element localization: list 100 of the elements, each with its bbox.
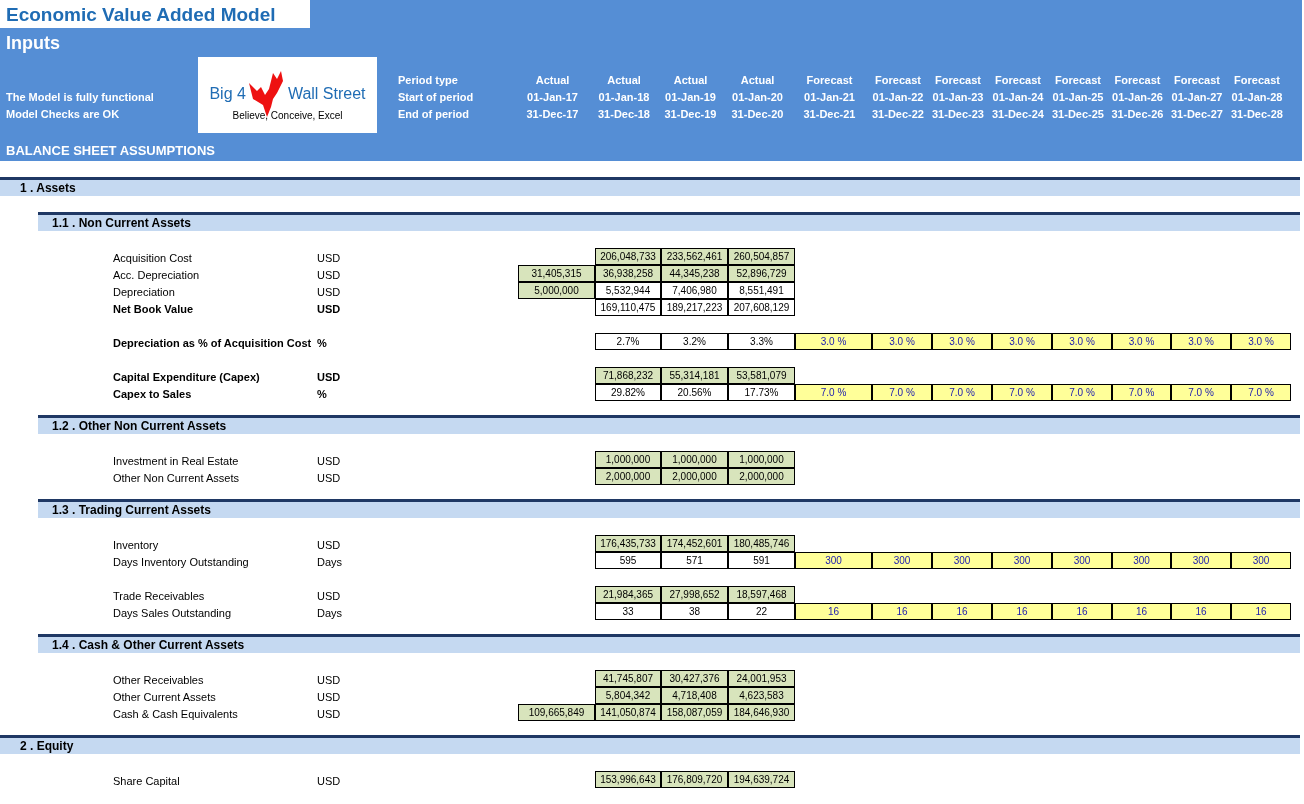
input-cell: 4,623,583 xyxy=(728,687,795,704)
section-title: 1.2 . Other Non Current Assets xyxy=(52,420,227,432)
input-cell: 2,000,000 xyxy=(728,468,795,485)
input-cell: 2,000,000 xyxy=(661,468,728,485)
unit-label: USD xyxy=(317,268,341,281)
calc-cell: 8,551,491 xyxy=(728,282,795,299)
period-label: Period type xyxy=(398,73,459,88)
input-cell: 176,809,720 xyxy=(661,771,728,788)
model-title: Economic Value Added Model xyxy=(6,4,276,24)
input-cell: 4,718,408 xyxy=(661,687,728,704)
calc-cell: 33 xyxy=(595,603,661,620)
row-label: Investment in Real Estate xyxy=(113,454,239,467)
assumption-cell: 16 xyxy=(1112,603,1171,620)
assumption-cell: 7.0 % xyxy=(795,384,872,401)
input-cell: 27,998,652 xyxy=(661,586,728,603)
period-start: 01-Jan-27 xyxy=(1171,90,1223,105)
assumption-cell: 300 xyxy=(872,552,932,569)
logo-text: Big 4 xyxy=(209,86,246,102)
input-cell: 174,452,601 xyxy=(661,535,728,552)
unit-label: USD xyxy=(317,538,341,551)
assumption-cell: 7.0 % xyxy=(992,384,1052,401)
calc-cell: 29.82% xyxy=(595,384,661,401)
period-end: 31-Dec-26 xyxy=(1111,107,1164,122)
calc-cell: 38 xyxy=(661,603,728,620)
input-cell: 30,427,376 xyxy=(661,670,728,687)
period-start: 01-Jan-21 xyxy=(804,90,855,105)
unit-label: Days xyxy=(317,555,343,568)
assumption-cell: 16 xyxy=(795,603,872,620)
row-label: Other Receivables xyxy=(113,673,204,686)
input-cell: 1,000,000 xyxy=(661,451,728,468)
assumption-cell: 3.0 % xyxy=(932,333,992,350)
input-cell: 176,435,733 xyxy=(595,535,661,552)
calc-cell: 3.3% xyxy=(728,333,795,350)
unit-label: USD xyxy=(317,251,341,264)
unit-label: USD xyxy=(317,690,341,703)
period-start: 01-Jan-24 xyxy=(992,90,1044,105)
period-type: Forecast xyxy=(1174,73,1220,88)
period-type: Forecast xyxy=(1234,73,1280,88)
section-title: 1.1 . Non Current Assets xyxy=(52,217,191,229)
assumption-cell: 3.0 % xyxy=(795,333,872,350)
calc-cell: 3.2% xyxy=(661,333,728,350)
section-title: 1.4 . Cash & Other Current Assets xyxy=(52,639,245,651)
period-end: 31-Dec-19 xyxy=(664,107,717,122)
period-type: Forecast xyxy=(875,73,921,88)
input-cell: 233,562,461 xyxy=(661,248,728,265)
row-label: Inventory xyxy=(113,538,159,551)
calc-cell: 17.73% xyxy=(728,384,795,401)
unit-label: USD xyxy=(317,589,341,602)
period-type: Forecast xyxy=(935,73,981,88)
period-end: 31-Dec-25 xyxy=(1052,107,1104,122)
calc-cell: 2.7% xyxy=(595,333,661,350)
input-cell: 5,804,342 xyxy=(595,687,661,704)
row-label: Other Current Assets xyxy=(113,690,216,703)
period-start: 01-Jan-18 xyxy=(598,90,650,105)
status-text: Model Checks are OK xyxy=(6,107,121,122)
assumption-cell: 16 xyxy=(992,603,1052,620)
assumption-cell: 7.0 % xyxy=(932,384,992,401)
row-label: Days Sales Outstanding xyxy=(113,606,231,619)
input-cell: 180,485,746 xyxy=(728,535,795,552)
input-cell: 41,745,807 xyxy=(595,670,661,687)
input-cell: 194,639,724 xyxy=(728,771,795,788)
input-cell: 24,001,953 xyxy=(728,670,795,687)
unit-label: % xyxy=(317,336,327,349)
row-label: Net Book Value xyxy=(113,302,194,315)
assumption-cell: 7.0 % xyxy=(1052,384,1112,401)
period-start: 01-Jan-19 xyxy=(665,90,716,105)
unit-label: USD xyxy=(317,673,341,686)
period-label: End of period xyxy=(398,107,470,122)
input-cell: 71,868,232 xyxy=(595,367,661,384)
row-label: Trade Receivables xyxy=(113,589,205,602)
row-label: Other Non Current Assets xyxy=(113,471,239,484)
row-label: Depreciation as % of Acquisition Cost xyxy=(113,336,312,349)
calc-cell: 595 xyxy=(595,552,661,569)
unit-label: USD xyxy=(317,707,341,720)
period-start: 01-Jan-25 xyxy=(1052,90,1104,105)
period-type: Forecast xyxy=(1055,73,1101,88)
period-start: 01-Jan-23 xyxy=(932,90,984,105)
status-text: The Model is fully functional xyxy=(6,90,155,105)
input-cell: 5,000,000 xyxy=(518,282,595,299)
unit-label: USD xyxy=(317,302,341,315)
unit-label: Days xyxy=(317,606,343,619)
row-label: Cash & Cash Equivalents xyxy=(113,707,238,720)
assumption-cell: 16 xyxy=(1231,603,1291,620)
input-cell: 206,048,733 xyxy=(595,248,661,265)
assumption-cell: 300 xyxy=(932,552,992,569)
input-cell: 52,896,729 xyxy=(728,265,795,282)
period-start: 01-Jan-20 xyxy=(732,90,783,105)
period-end: 31-Dec-28 xyxy=(1231,107,1283,122)
input-cell: 44,345,238 xyxy=(661,265,728,282)
row-label: Share Capital xyxy=(113,774,180,787)
unit-label: USD xyxy=(317,454,341,467)
period-start: 01-Jan-28 xyxy=(1231,90,1283,105)
assumption-cell: 300 xyxy=(1052,552,1112,569)
assumption-cell: 7.0 % xyxy=(1112,384,1171,401)
calc-cell: 207,608,129 xyxy=(728,299,795,316)
period-type: Actual xyxy=(607,73,641,88)
assumption-cell: 300 xyxy=(992,552,1052,569)
input-cell: 31,405,315 xyxy=(518,265,595,282)
calc-cell: 22 xyxy=(728,603,795,620)
row-label: Acquisition Cost xyxy=(113,251,192,264)
